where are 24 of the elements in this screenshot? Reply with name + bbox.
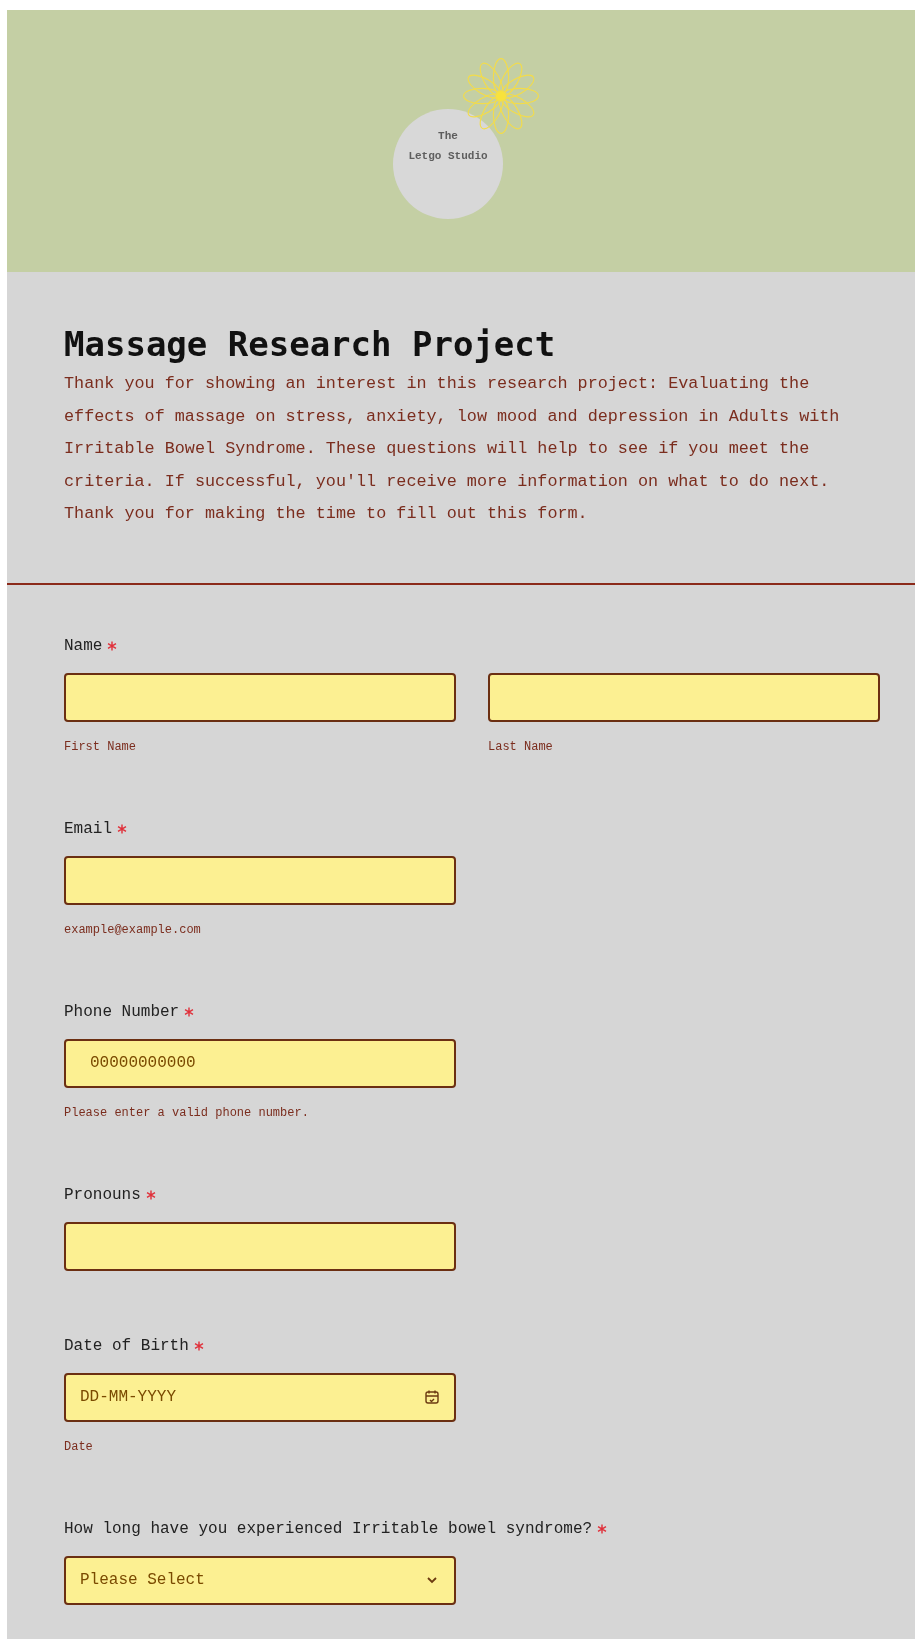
calendar-icon[interactable] [424,1389,440,1405]
field-label: How long have you experienced Irritable bowel syndrome? [64,1519,593,1538]
logo-text: The [438,129,458,144]
form-title: Massage Research Project [64,324,557,364]
field-hint: Last Name [488,739,554,754]
input-field[interactable] [64,672,456,722]
field-hint: Date [64,1439,94,1454]
input-field[interactable] [488,672,880,722]
input-field[interactable] [64,1221,456,1271]
field-label: Date of Birth [64,1336,189,1355]
input-field[interactable]: 00000000000 [64,1038,456,1088]
field-label: Phone Number [64,1002,180,1021]
field-hint: example@example.com [64,922,202,937]
input-field[interactable] [64,855,456,905]
logo-text: Letgo Studio [408,149,488,164]
field-hint: First Name [64,739,137,754]
date-field[interactable]: DD-MM-YYYY [64,1372,456,1422]
field-label: Email [64,819,112,838]
form-description: Thank you for showing an interest in this research project: Evaluating the effects of massage on stress, anxiety, low mood and depression in Adults with Irritable Bowel Syndrome. These questions will help to see if you meet the criteria. If successful, you'll receive more information on what to do next. Thank you for making the time to fill out this form. [64,373,841,525]
select-dropdown[interactable]: Please Select [64,1555,456,1605]
field-hint: Please enter a valid phone number. [64,1105,310,1120]
field-label: Pronouns [64,1185,141,1204]
field-label: Name [64,636,103,655]
date-input[interactable]: DD-MM-YYYY [80,1388,280,1406]
